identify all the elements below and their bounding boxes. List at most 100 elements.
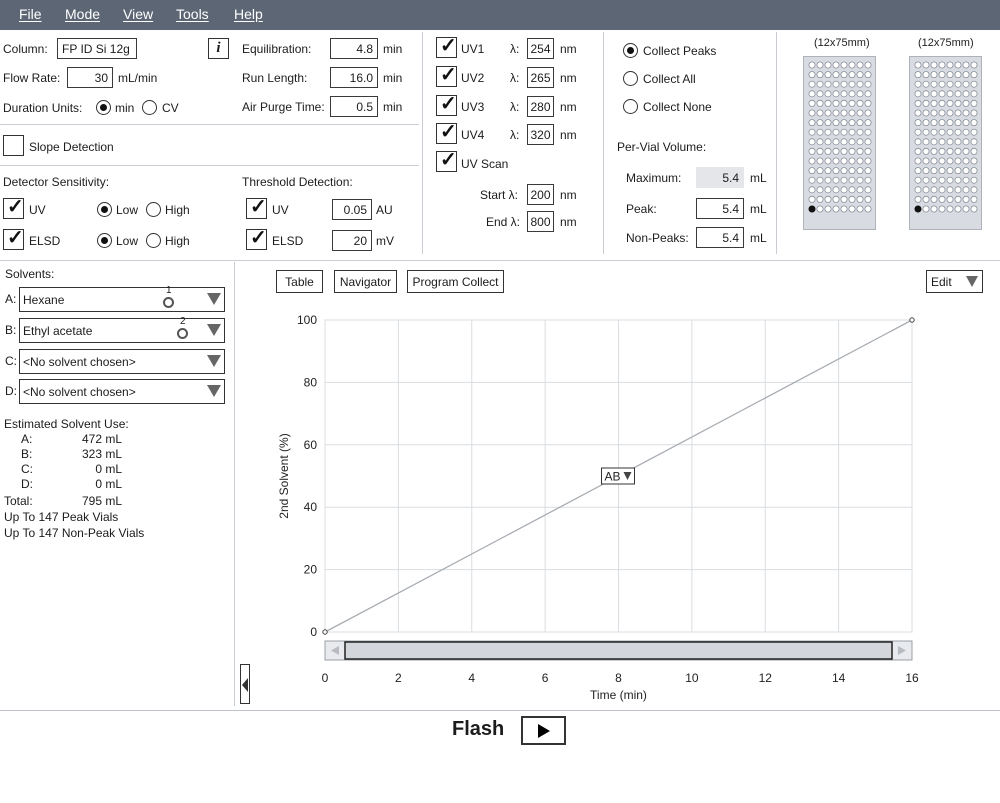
vial-slot[interactable]: [914, 138, 922, 146]
vial-slot[interactable]: [824, 167, 832, 175]
vial-slot[interactable]: [954, 167, 962, 175]
vial-slot[interactable]: [922, 147, 930, 155]
vial-slot[interactable]: [946, 138, 954, 146]
vial-slot[interactable]: [840, 80, 848, 88]
vial-slot[interactable]: [962, 71, 970, 79]
vial-slot[interactable]: [848, 186, 856, 194]
vial-slot[interactable]: [938, 128, 946, 136]
vial-slot[interactable]: [840, 109, 848, 117]
vial-slot[interactable]: [962, 80, 970, 88]
vial-slot[interactable]: [808, 128, 816, 136]
vial-slot[interactable]: [840, 61, 848, 69]
vial-slot[interactable]: [864, 205, 872, 213]
vial-slot[interactable]: [954, 71, 962, 79]
vial-slot[interactable]: [832, 99, 840, 107]
vial-slot[interactable]: [816, 61, 824, 69]
gradient-chart[interactable]: 0 20 40 60 80 100 0 2 4 6 8 10 12 14 16 Time (min) 2nd S…: [270, 305, 960, 705]
vial-slot[interactable]: [970, 157, 978, 165]
vial-slot[interactable]: [824, 186, 832, 194]
vial-slot[interactable]: [922, 99, 930, 107]
nonpeaks-volume-input[interactable]: 5.4: [696, 227, 744, 248]
vial-slot[interactable]: [946, 195, 954, 203]
vial-slot[interactable]: [962, 176, 970, 184]
vial-slot[interactable]: [840, 167, 848, 175]
vial-slot[interactable]: [938, 80, 946, 88]
vial-slot[interactable]: [930, 176, 938, 184]
vial-slot[interactable]: [962, 157, 970, 165]
threshold-uv-checkbox[interactable]: ✓: [246, 196, 267, 219]
vial-slot[interactable]: [970, 167, 978, 175]
air-purge-input[interactable]: 0.5: [330, 96, 378, 117]
detector-uv-checkbox[interactable]: ✓: [3, 196, 24, 219]
vial-slot[interactable]: [808, 186, 816, 194]
vial-slot[interactable]: [816, 167, 824, 175]
vial-slot[interactable]: [970, 128, 978, 136]
vial-slot[interactable]: [946, 71, 954, 79]
vial-slot[interactable]: [824, 80, 832, 88]
vial-slot[interactable]: [816, 176, 824, 184]
vial-slot[interactable]: [914, 157, 922, 165]
vial-slot[interactable]: [954, 205, 962, 213]
uv3-checkbox[interactable]: ✓: [436, 93, 457, 116]
vial-slot[interactable]: [816, 71, 824, 79]
vial-slot[interactable]: [922, 119, 930, 127]
start-lambda-input[interactable]: 200: [527, 184, 554, 205]
vial-slot[interactable]: [840, 147, 848, 155]
threshold-elsd-input[interactable]: 20: [332, 230, 372, 251]
flow-rate-input[interactable]: 30: [67, 67, 113, 88]
vial-slot[interactable]: [824, 157, 832, 165]
vial-slot[interactable]: [922, 205, 930, 213]
vial-slot[interactable]: [954, 195, 962, 203]
uv2-wavelength-input[interactable]: 265: [527, 67, 554, 88]
vial-slot[interactable]: [848, 195, 856, 203]
vial-slot[interactable]: [922, 186, 930, 194]
vial-slot[interactable]: [938, 195, 946, 203]
vial-slot[interactable]: [954, 186, 962, 194]
vial-slot[interactable]: [864, 176, 872, 184]
vial-slot[interactable]: [954, 80, 962, 88]
vial-slot[interactable]: [824, 147, 832, 155]
duration-cv-radio[interactable]: [142, 100, 157, 115]
vial-slot[interactable]: [914, 61, 922, 69]
vial-slot[interactable]: [914, 195, 922, 203]
threshold-uv-input[interactable]: 0.05: [332, 199, 372, 220]
vial-slot[interactable]: [824, 90, 832, 98]
vial-slot[interactable]: [864, 90, 872, 98]
vial-slot[interactable]: [840, 71, 848, 79]
vial-slot[interactable]: [832, 109, 840, 117]
vial-slot[interactable]: [840, 186, 848, 194]
vial-slot[interactable]: [938, 147, 946, 155]
vial-slot[interactable]: [840, 119, 848, 127]
vial-slot[interactable]: [824, 119, 832, 127]
vial-slot[interactable]: [808, 147, 816, 155]
vial-slot[interactable]: [856, 119, 864, 127]
vial-slot[interactable]: [816, 119, 824, 127]
duration-min-radio[interactable]: [96, 100, 111, 115]
vial-slot[interactable]: [962, 128, 970, 136]
vial-slot[interactable]: [864, 119, 872, 127]
vial-slot[interactable]: [930, 157, 938, 165]
vial-slot[interactable]: [848, 80, 856, 88]
vial-slot[interactable]: [946, 109, 954, 117]
menu-file[interactable]: File: [19, 6, 42, 22]
vial-slot[interactable]: [848, 119, 856, 127]
vial-slot[interactable]: [856, 99, 864, 107]
vial-slot[interactable]: [930, 99, 938, 107]
vial-slot[interactable]: [970, 205, 978, 213]
flash-start-button[interactable]: [521, 716, 566, 745]
vial-slot[interactable]: [824, 99, 832, 107]
vial-slot[interactable]: [832, 61, 840, 69]
vial-slot[interactable]: [930, 205, 938, 213]
vial-slot[interactable]: [962, 138, 970, 146]
vial-slot[interactable]: [832, 205, 840, 213]
vial-slot[interactable]: [962, 167, 970, 175]
collect-peaks-radio[interactable]: [623, 43, 638, 58]
detector-uv-high-radio[interactable]: [146, 202, 161, 217]
detector-elsd-checkbox[interactable]: ✓: [3, 227, 24, 250]
vial-slot[interactable]: [864, 109, 872, 117]
vial-slot[interactable]: [824, 61, 832, 69]
vial-slot[interactable]: [816, 186, 824, 194]
vial-slot[interactable]: [816, 90, 824, 98]
vial-slot[interactable]: [824, 71, 832, 79]
uv2-checkbox[interactable]: ✓: [436, 64, 457, 87]
